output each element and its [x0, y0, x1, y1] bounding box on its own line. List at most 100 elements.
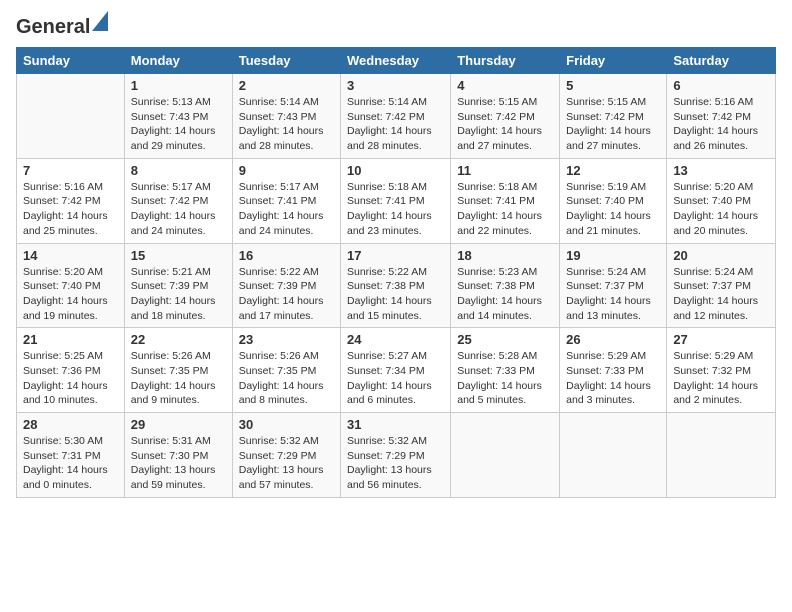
calendar-cell: 31Sunrise: 5:32 AM Sunset: 7:29 PM Dayli… — [341, 413, 451, 498]
calendar-cell: 3 Sunrise: 5:14 AM Sunset: 7:42 PM Daylig… — [341, 74, 451, 159]
day-info: Sunrise: 5:32 AM Sunset: 7:29 PM Dayligh… — [239, 434, 334, 493]
day-number: 21 — [23, 332, 118, 347]
calendar-cell — [667, 413, 776, 498]
calendar-cell: 8 Sunrise: 5:17 AM Sunset: 7:42 PM Daylig… — [124, 158, 232, 243]
day-number: 31 — [347, 417, 444, 432]
day-info: Sunrise: 5:17 AM Sunset: 7:41 PM Dayligh… — [239, 180, 334, 239]
day-number: 1 — [131, 78, 226, 93]
day-info: Sunrise: 5:31 AM Sunset: 7:30 PM Dayligh… — [131, 434, 226, 493]
day-info: Sunrise: 5:14 AM Sunset: 7:43 PM Dayligh… — [239, 95, 334, 154]
calendar-cell: 14 Sunrise: 5:20 AM Sunset: 7:40 PM Dayli… — [17, 243, 125, 328]
day-number: 6 — [673, 78, 769, 93]
day-number: 25 — [457, 332, 553, 347]
calendar-cell: 11 Sunrise: 5:18 AM Sunset: 7:41 PM Dayli… — [451, 158, 560, 243]
day-number: 5 — [566, 78, 660, 93]
calendar-cell: 27 Sunrise: 5:29 AM Sunset: 7:32 PM Dayli… — [667, 328, 776, 413]
calendar-cell: 2 Sunrise: 5:14 AM Sunset: 7:43 PM Daylig… — [232, 74, 340, 159]
calendar-cell: 13Sunrise: 5:20 AM Sunset: 7:40 PM Dayli… — [667, 158, 776, 243]
day-info: Sunrise: 5:24 AM Sunset: 7:37 PM Dayligh… — [673, 265, 769, 324]
day-info: Sunrise: 5:26 AM Sunset: 7:35 PM Dayligh… — [239, 349, 334, 408]
day-number: 19 — [566, 248, 660, 263]
calendar-week-4: 21 Sunrise: 5:25 AM Sunset: 7:36 PM Dayli… — [17, 328, 776, 413]
day-number: 23 — [239, 332, 334, 347]
calendar-cell: 1 Sunrise: 5:13 AM Sunset: 7:43 PM Daylig… — [124, 74, 232, 159]
day-info: Sunrise: 5:17 AM Sunset: 7:42 PM Dayligh… — [131, 180, 226, 239]
day-number: 17 — [347, 248, 444, 263]
calendar-cell: 24 Sunrise: 5:27 AM Sunset: 7:34 PM Dayli… — [341, 328, 451, 413]
calendar-cell: 18 Sunrise: 5:23 AM Sunset: 7:38 PM Dayli… — [451, 243, 560, 328]
day-number: 4 — [457, 78, 553, 93]
day-number: 22 — [131, 332, 226, 347]
calendar-cell: 5Sunrise: 5:15 AM Sunset: 7:42 PM Daylig… — [560, 74, 667, 159]
day-info: Sunrise: 5:27 AM Sunset: 7:34 PM Dayligh… — [347, 349, 444, 408]
weekday-header-thursday: Thursday — [451, 48, 560, 74]
weekday-header-monday: Monday — [124, 48, 232, 74]
day-number: 16 — [239, 248, 334, 263]
calendar-week-3: 14 Sunrise: 5:20 AM Sunset: 7:40 PM Dayli… — [17, 243, 776, 328]
calendar-cell: 21 Sunrise: 5:25 AM Sunset: 7:36 PM Dayli… — [17, 328, 125, 413]
day-info: Sunrise: 5:24 AM Sunset: 7:37 PM Dayligh… — [566, 265, 660, 324]
day-number: 10 — [347, 163, 444, 178]
day-info: Sunrise: 5:28 AM Sunset: 7:33 PM Dayligh… — [457, 349, 553, 408]
day-info: Sunrise: 5:15 AM Sunset: 7:42 PM Dayligh… — [457, 95, 553, 154]
weekday-header-tuesday: Tuesday — [232, 48, 340, 74]
day-info: Sunrise: 5:16 AM Sunset: 7:42 PM Dayligh… — [673, 95, 769, 154]
calendar-cell: 29 Sunrise: 5:31 AM Sunset: 7:30 PM Dayli… — [124, 413, 232, 498]
calendar-cell: 9Sunrise: 5:17 AM Sunset: 7:41 PM Daylig… — [232, 158, 340, 243]
day-number: 18 — [457, 248, 553, 263]
day-number: 3 — [347, 78, 444, 93]
calendar-cell: 15 Sunrise: 5:21 AM Sunset: 7:39 PM Dayli… — [124, 243, 232, 328]
calendar-cell: 19 Sunrise: 5:24 AM Sunset: 7:37 PM Dayli… — [560, 243, 667, 328]
calendar-cell: 4 Sunrise: 5:15 AM Sunset: 7:42 PM Daylig… — [451, 74, 560, 159]
calendar-table: SundayMondayTuesdayWednesdayThursdayFrid… — [16, 47, 776, 498]
calendar-cell — [17, 74, 125, 159]
calendar-cell: 10 Sunrise: 5:18 AM Sunset: 7:41 PM Dayli… — [341, 158, 451, 243]
calendar-cell: 17 Sunrise: 5:22 AM Sunset: 7:38 PM Dayli… — [341, 243, 451, 328]
day-number: 27 — [673, 332, 769, 347]
day-info: Sunrise: 5:29 AM Sunset: 7:32 PM Dayligh… — [673, 349, 769, 408]
day-number: 30 — [239, 417, 334, 432]
day-number: 11 — [457, 163, 553, 178]
calendar-week-5: 28 Sunrise: 5:30 AM Sunset: 7:31 PM Dayli… — [17, 413, 776, 498]
weekday-header-wednesday: Wednesday — [341, 48, 451, 74]
day-info: Sunrise: 5:18 AM Sunset: 7:41 PM Dayligh… — [457, 180, 553, 239]
day-number: 8 — [131, 163, 226, 178]
calendar-cell: 6 Sunrise: 5:16 AM Sunset: 7:42 PM Daylig… — [667, 74, 776, 159]
weekday-header-friday: Friday — [560, 48, 667, 74]
day-number: 28 — [23, 417, 118, 432]
calendar-cell: 23 Sunrise: 5:26 AM Sunset: 7:35 PM Dayli… — [232, 328, 340, 413]
day-number: 15 — [131, 248, 226, 263]
day-number: 14 — [23, 248, 118, 263]
calendar-body: 1 Sunrise: 5:13 AM Sunset: 7:43 PM Daylig… — [17, 74, 776, 498]
calendar-cell: 16Sunrise: 5:22 AM Sunset: 7:39 PM Dayli… — [232, 243, 340, 328]
logo: General — [16, 16, 108, 39]
day-info: Sunrise: 5:22 AM Sunset: 7:38 PM Dayligh… — [347, 265, 444, 324]
calendar-week-2: 7Sunrise: 5:16 AM Sunset: 7:42 PM Daylig… — [17, 158, 776, 243]
day-info: Sunrise: 5:21 AM Sunset: 7:39 PM Dayligh… — [131, 265, 226, 324]
day-info: Sunrise: 5:14 AM Sunset: 7:42 PM Dayligh… — [347, 95, 444, 154]
calendar-cell — [560, 413, 667, 498]
day-info: Sunrise: 5:30 AM Sunset: 7:31 PM Dayligh… — [23, 434, 118, 493]
day-info: Sunrise: 5:29 AM Sunset: 7:33 PM Dayligh… — [566, 349, 660, 408]
calendar-cell: 30 Sunrise: 5:32 AM Sunset: 7:29 PM Dayli… — [232, 413, 340, 498]
logo-triangle — [92, 11, 108, 36]
calendar-cell: 25 Sunrise: 5:28 AM Sunset: 7:33 PM Dayli… — [451, 328, 560, 413]
header: General — [16, 16, 776, 39]
day-info: Sunrise: 5:20 AM Sunset: 7:40 PM Dayligh… — [23, 265, 118, 324]
day-number: 2 — [239, 78, 334, 93]
calendar-cell: 22Sunrise: 5:26 AM Sunset: 7:35 PM Dayli… — [124, 328, 232, 413]
calendar-cell: 28 Sunrise: 5:30 AM Sunset: 7:31 PM Dayli… — [17, 413, 125, 498]
day-number: 7 — [23, 163, 118, 178]
day-info: Sunrise: 5:23 AM Sunset: 7:38 PM Dayligh… — [457, 265, 553, 324]
day-info: Sunrise: 5:18 AM Sunset: 7:41 PM Dayligh… — [347, 180, 444, 239]
day-number: 24 — [347, 332, 444, 347]
day-number: 26 — [566, 332, 660, 347]
day-number: 13 — [673, 163, 769, 178]
day-number: 20 — [673, 248, 769, 263]
day-info: Sunrise: 5:25 AM Sunset: 7:36 PM Dayligh… — [23, 349, 118, 408]
weekday-header-sunday: Sunday — [17, 48, 125, 74]
day-number: 29 — [131, 417, 226, 432]
weekday-header-row: SundayMondayTuesdayWednesdayThursdayFrid… — [17, 48, 776, 74]
logo-general: General — [16, 16, 90, 39]
day-info: Sunrise: 5:13 AM Sunset: 7:43 PM Dayligh… — [131, 95, 226, 154]
